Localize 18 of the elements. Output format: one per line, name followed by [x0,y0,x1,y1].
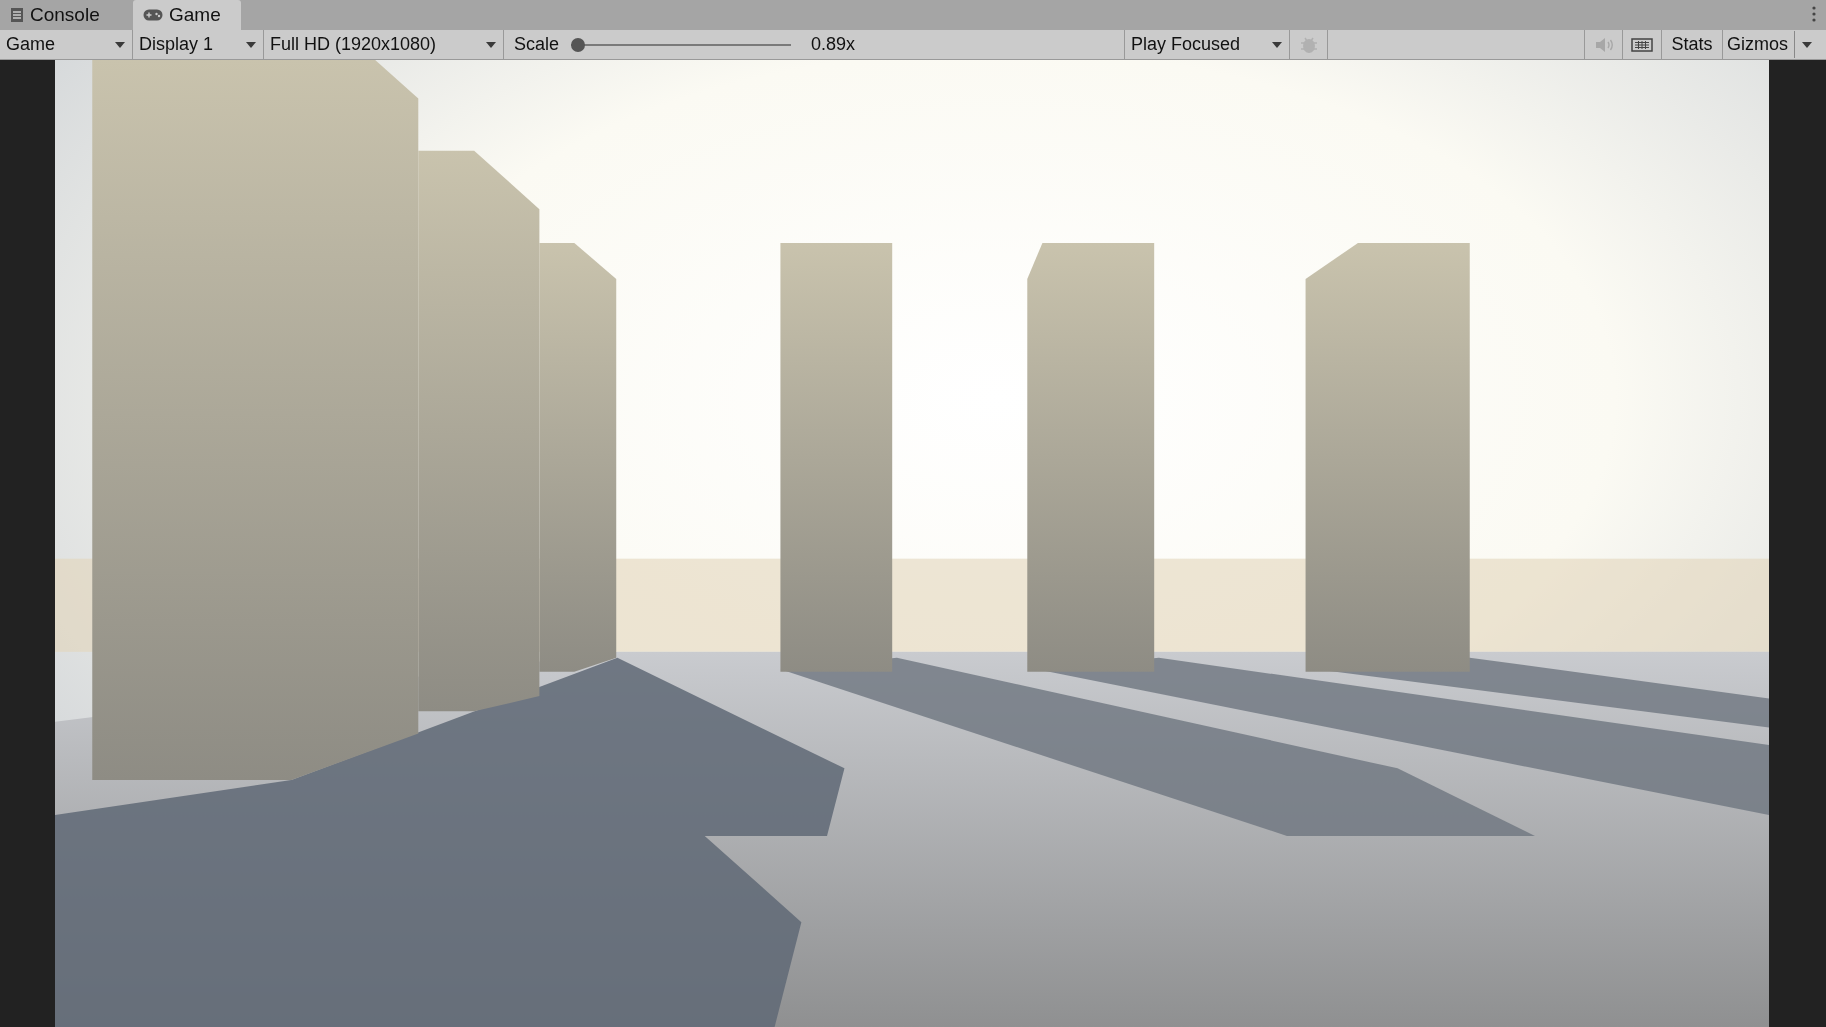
caret-icon [485,40,497,49]
scale-slider[interactable] [571,37,792,52]
caret-icon [1801,40,1813,49]
scale-value: 0.89x [811,33,856,56]
keyboard-icon [1631,37,1653,52]
gizmos-button[interactable]: Gizmos [1723,30,1826,59]
stats-button[interactable]: Stats [1662,30,1723,59]
tab[interactable]: Game [133,0,241,30]
tab[interactable]: Console [0,0,133,30]
slider-thumb[interactable] [571,37,586,52]
caret-icon [1271,40,1283,49]
gamepad-icon [143,9,163,21]
more-options-icon[interactable] [1812,6,1816,22]
caret-icon [245,40,257,49]
scale-label: Scale [514,33,560,56]
speaker-icon [1593,36,1614,53]
caret-icon [114,40,126,49]
console-icon [10,7,24,23]
